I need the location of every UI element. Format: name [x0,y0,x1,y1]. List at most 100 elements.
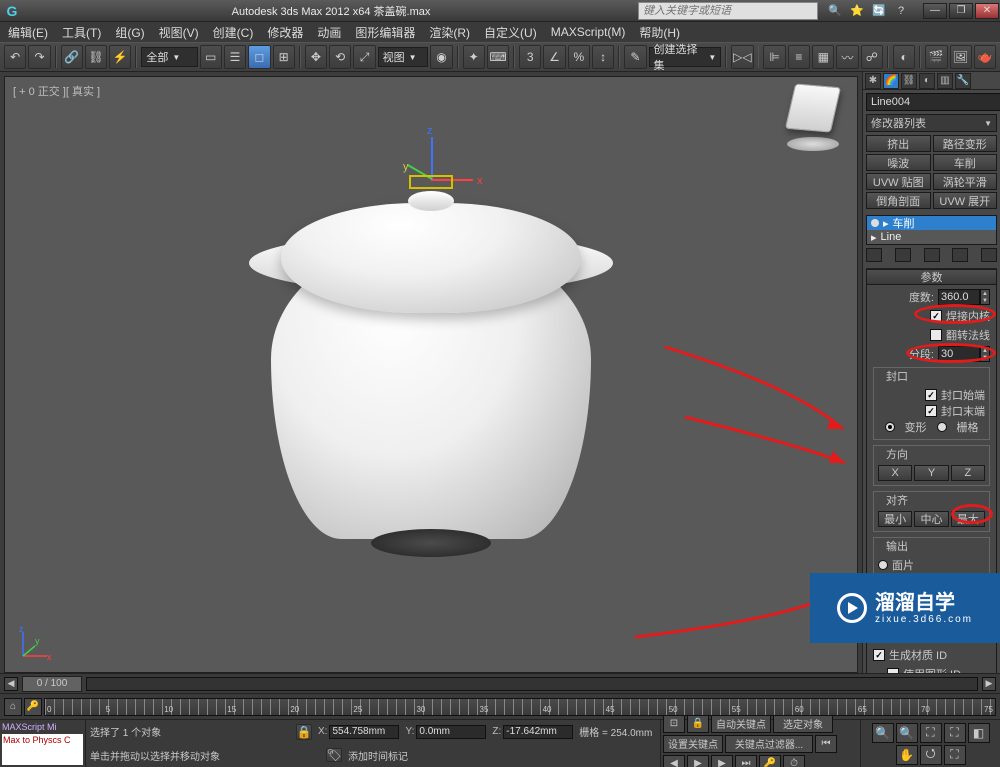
degrees-spinner[interactable]: ▲▼ [980,289,990,305]
percent-snap-icon[interactable]: % [568,45,590,69]
goto-end-icon[interactable]: ⏭ [735,755,757,767]
pivot-center-icon[interactable]: ◉ [430,45,452,69]
isolate-icon[interactable]: ⊡ [663,715,685,733]
refcoord-dropdown[interactable]: 视图▼ [378,47,429,67]
time-slider[interactable]: ◀ 0 / 100 ▶ [0,673,1000,693]
menu-help[interactable]: 帮助(H) [639,24,680,41]
render-setup-icon[interactable]: 🎬 [925,45,947,69]
help-search[interactable] [638,2,818,20]
goto-start-icon[interactable]: ⏮ [815,735,837,753]
redo-icon[interactable]: ↷ [28,45,50,69]
nav-fov-icon[interactable]: ◧ [968,723,990,743]
weld-core-checkbox[interactable]: ✓ [930,310,942,322]
modbtn-turbosmooth[interactable]: 涡轮平滑 [933,173,998,190]
help-icon[interactable]: ? [892,2,910,20]
modbtn-uvwunwrap[interactable]: UVW 展开 [933,192,998,209]
stack-item-line[interactable]: ▸ Line [867,230,996,244]
subscription-icon[interactable]: ⭐ [848,2,866,20]
bind-space-warp-icon[interactable]: ⚡ [109,45,131,69]
menu-edit[interactable]: 编辑(E) [8,24,48,41]
modifier-list-dropdown[interactable]: 修改器列表▼ [866,114,997,132]
graphite-ribbon-icon[interactable]: ▦ [812,45,834,69]
spinner-snap-icon[interactable]: ↕ [592,45,614,69]
keyfilters-button[interactable]: 关键点过滤器... [725,735,813,753]
trackbar-open-mini-icon[interactable]: ⌂ [4,698,22,716]
menu-customize[interactable]: 自定义(U) [484,24,537,41]
selected-dropdown[interactable]: 选定对象 [773,715,833,733]
make-unique-icon[interactable] [924,248,940,262]
nav-zoom-extents-icon[interactable]: ⛶ [920,723,942,743]
select-region-icon[interactable]: ◻ [248,45,270,69]
named-selection-dropdown[interactable]: 创建选择集▼ [649,47,722,67]
remove-modifier-icon[interactable] [952,248,968,262]
coord-y-input[interactable] [416,725,486,739]
show-end-result-icon[interactable] [895,248,911,262]
select-by-name-icon[interactable]: ☰ [224,45,246,69]
edit-named-selection-icon[interactable]: ✎ [624,45,646,69]
align-center-button[interactable]: 中心 [914,511,948,527]
timetag-icon[interactable]: 🏷 [326,748,342,762]
segments-spinner[interactable]: ▲▼ [980,346,990,362]
dir-y-button[interactable]: Y [914,465,948,481]
timeslider-track[interactable] [86,677,978,691]
help-search-input[interactable] [638,2,818,20]
utilities-tab-icon[interactable]: 🔧 [955,73,971,89]
menu-create[interactable]: 创建(C) [213,24,254,41]
stack-item-lathe[interactable]: ▸ 车削 [867,216,996,230]
material-editor-icon[interactable]: ◐ [893,45,915,69]
lock-selection-icon[interactable]: 🔒 [296,724,312,740]
align-min-button[interactable]: 最小 [878,511,912,527]
gen-matids-checkbox[interactable]: ✓ [873,649,885,661]
timeslider-left-icon[interactable]: ◀ [4,677,18,691]
dir-x-button[interactable]: X [878,465,912,481]
selection-lock-icon[interactable]: 🔒 [687,715,709,733]
lightbulb-icon[interactable] [871,219,879,227]
create-tab-icon[interactable]: ✱ [865,73,881,89]
display-tab-icon[interactable]: ▥ [937,73,953,89]
maximize-button[interactable]: ❐ [949,3,973,19]
viewport[interactable]: [ + 0 正交 ][ 真实 ] z x y [4,76,858,673]
minimize-button[interactable]: — [923,3,947,19]
menu-grapheditors[interactable]: 图形编辑器 [355,24,415,41]
viewcube-cube-icon[interactable] [785,83,841,132]
viewport-label[interactable]: [ + 0 正交 ][ 真实 ] [13,83,100,99]
nav-zoom-icon[interactable]: 🔍 [872,723,894,743]
nav-pan-icon[interactable]: ✋ [896,745,918,765]
motion-tab-icon[interactable]: ◐ [919,73,935,89]
trackbar-ruler[interactable]: 0510 152025 303540 455055 606570 75 [44,698,996,716]
coord-x-input[interactable] [329,725,399,739]
scale-icon[interactable]: ⤢ [353,45,375,69]
angle-snap-icon[interactable]: ∠ [543,45,565,69]
align-max-button[interactable]: 最大 [951,511,985,527]
prev-frame-icon[interactable]: ◀ [663,755,685,767]
layer-manager-icon[interactable]: ≡ [788,45,810,69]
use-shape-ids-checkbox[interactable] [887,668,899,673]
cap-start-checkbox[interactable]: ✓ [925,389,937,401]
flip-normals-checkbox[interactable] [930,329,942,341]
select-object-icon[interactable]: ▭ [200,45,222,69]
undo-icon[interactable]: ↶ [4,45,26,69]
mirror-icon[interactable]: ▷◁ [731,45,753,69]
play-icon[interactable]: ▶ [687,755,709,767]
params-rollout-header[interactable]: 参数 [866,269,997,285]
render-frame-icon[interactable]: 🖼 [950,45,972,69]
hierarchy-tab-icon[interactable]: ⛓ [901,73,917,89]
move-icon[interactable]: ✥ [305,45,327,69]
setkey-button[interactable]: 设置关键点 [663,735,723,753]
nav-maximize-viewport-icon[interactable]: ⛶ [944,745,966,765]
exchange-icon[interactable]: 🔄 [870,2,888,20]
time-config-icon[interactable]: ⏱ [783,755,805,767]
menu-group[interactable]: 组(G) [115,24,144,41]
nav-zoom-all-icon[interactable]: 🔍 [896,723,918,743]
menu-rendering[interactable]: 渲染(R) [429,24,470,41]
timeslider-right-icon[interactable]: ▶ [982,677,996,691]
nav-zoom-extents-all-icon[interactable]: ⛶ [944,723,966,743]
cap-end-checkbox[interactable]: ✓ [925,405,937,417]
timeslider-position[interactable]: 0 / 100 [22,676,82,692]
dir-z-button[interactable]: Z [951,465,985,481]
unlink-icon[interactable]: ⛓ [85,45,107,69]
out-patch-radio[interactable] [878,560,888,570]
close-button[interactable]: ✕ [975,3,999,19]
modbtn-noise[interactable]: 噪波 [866,154,931,171]
schematic-view-icon[interactable]: ☍ [861,45,883,69]
